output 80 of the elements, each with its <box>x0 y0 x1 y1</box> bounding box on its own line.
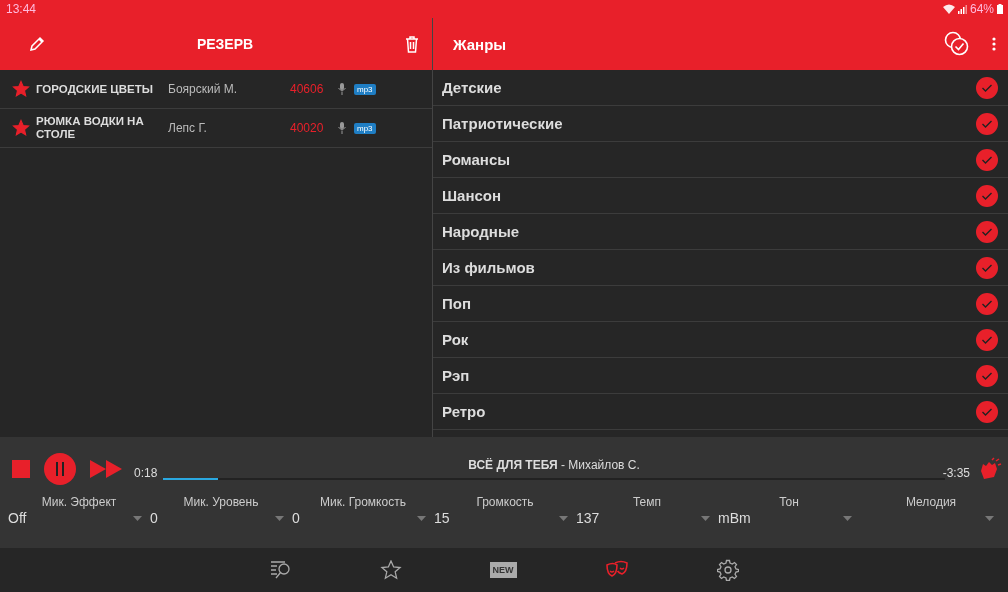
genre-row[interactable]: Рэп <box>433 358 1008 394</box>
caret-icon <box>275 515 284 521</box>
status-time: 13:44 <box>6 2 37 16</box>
genre-row[interactable]: Шансон <box>433 178 1008 214</box>
star-icon[interactable] <box>12 80 30 98</box>
checkbox[interactable] <box>976 220 998 243</box>
genre-name: Поп <box>442 295 471 312</box>
caret-icon <box>133 515 142 521</box>
genre-name: Детские <box>442 79 502 96</box>
checkbox[interactable] <box>976 364 998 387</box>
checkbox[interactable] <box>976 328 998 351</box>
song-code: 40606 <box>290 82 325 96</box>
checkbox[interactable] <box>976 112 998 135</box>
caret-icon <box>559 515 568 521</box>
battery-percent: 64% <box>969 2 994 16</box>
format-badge: mp3 <box>354 83 376 95</box>
wifi-icon <box>942 4 955 14</box>
dropdown[interactable]: Мелодия <box>860 495 1002 527</box>
star-icon[interactable] <box>12 119 30 137</box>
genre-row[interactable]: Детские <box>433 70 1008 106</box>
dropdown[interactable]: Громкость 15 <box>434 495 576 527</box>
format-badge: mp3 <box>354 122 376 134</box>
new-songs-tab[interactable]: NEW <box>489 562 517 578</box>
genre-name: Из фильмов <box>442 259 535 276</box>
edit-button[interactable] <box>28 35 46 53</box>
panel-title: Жанры <box>453 35 508 53</box>
dropdown[interactable]: Мик. Уровень 0 <box>150 495 292 527</box>
elapsed-time: 0:18 <box>134 465 158 480</box>
song-title: ГОРОДСКИЕ ЦВЕТЫ <box>36 82 154 96</box>
caret-icon <box>417 515 426 521</box>
signal-icon <box>957 4 967 14</box>
genre-row[interactable]: Рок <box>433 322 1008 358</box>
microphone-icon <box>338 122 346 134</box>
checkbox[interactable] <box>976 148 998 171</box>
song-artist: Боярский М. <box>168 82 239 96</box>
delete-button[interactable] <box>404 35 420 53</box>
song-row[interactable]: ГОРОДСКИЕ ЦВЕТЫ Боярский М. 40606 mp3 <box>0 70 432 109</box>
genre-row[interactable]: Патриотические <box>433 106 1008 142</box>
genre-name: Рэп <box>442 367 470 384</box>
genre-name: Патриотические <box>442 115 563 132</box>
caret-icon <box>843 515 852 521</box>
panel-title: РЕЗЕРВ <box>196 36 254 52</box>
checkbox[interactable] <box>976 76 998 99</box>
caret-icon <box>701 515 710 521</box>
genre-row[interactable]: Поп <box>433 286 1008 322</box>
more-icon <box>992 37 996 51</box>
caret-icon <box>985 515 994 521</box>
genre-row[interactable]: Романсы <box>433 142 1008 178</box>
checkbox[interactable] <box>976 292 998 315</box>
checkbox[interactable] <box>976 256 998 279</box>
clapping-hands-icon[interactable] <box>978 457 1002 481</box>
genre-row[interactable]: Из фильмов <box>433 250 1008 286</box>
song-code: 40020 <box>290 121 325 135</box>
song-title: РЮМКА ВОДКИ НА СТОЛЕ <box>36 115 145 141</box>
checkbox[interactable] <box>976 400 998 423</box>
settings-tab[interactable] <box>716 559 739 581</box>
song-row[interactable]: РЮМКА ВОДКИ НА СТОЛЕ Лепс Г. 40020 mp3 <box>0 109 432 148</box>
dropdown[interactable]: Мик. Эффект Off <box>8 495 150 527</box>
genre-name: Рок <box>442 331 469 348</box>
genre-row[interactable]: Народные <box>433 214 1008 250</box>
fast-forward-button[interactable] <box>90 460 122 478</box>
select-all-button[interactable] <box>944 31 970 57</box>
song-info: ВСЁ ДЛЯ ТЕБЯ - Михайлов С. <box>468 458 640 472</box>
search-list-tab[interactable] <box>269 560 292 580</box>
genre-name: Народные <box>442 223 520 240</box>
genre-name: Шансон <box>442 187 502 204</box>
pause-button[interactable] <box>44 453 76 485</box>
dropdown[interactable]: Мик. Громкость 0 <box>292 495 434 527</box>
dropdown[interactable]: Темп 137 <box>576 495 718 527</box>
favorites-tab[interactable] <box>379 560 402 580</box>
microphone-icon <box>338 83 346 95</box>
genre-row[interactable]: Ретро <box>433 394 1008 430</box>
genres-tab[interactable] <box>604 560 629 580</box>
battery-icon <box>997 4 1003 14</box>
genre-name: Романсы <box>442 151 511 168</box>
remaining-time: -3:35 <box>942 465 970 480</box>
checkbox[interactable] <box>976 184 998 207</box>
song-artist: Лепс Г. <box>168 121 208 135</box>
dropdown[interactable]: Тон mBm <box>718 495 860 527</box>
genre-name: Ретро <box>442 403 486 420</box>
